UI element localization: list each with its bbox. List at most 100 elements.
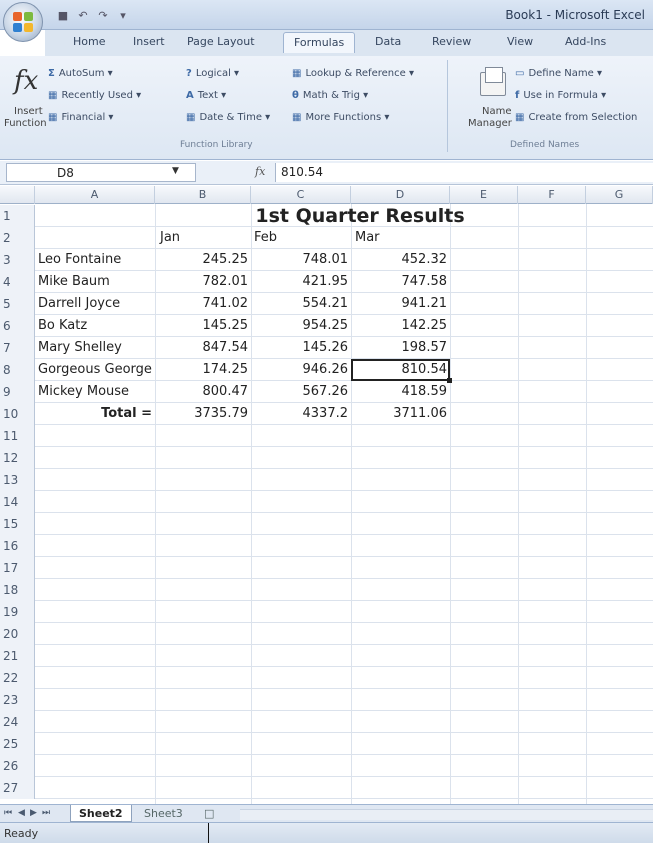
active-cell-cursor[interactable] [351, 359, 452, 383]
row-header[interactable]: 27 [0, 777, 35, 799]
row-header[interactable]: 10 [0, 403, 35, 425]
row-header[interactable]: 2 [0, 227, 35, 249]
row-header[interactable]: 8 [0, 359, 35, 381]
value-cell[interactable]: 198.57 [354, 337, 448, 359]
sheet-title[interactable]: 1st Quarter Results [220, 205, 500, 227]
row-header[interactable]: 16 [0, 535, 35, 557]
row-header[interactable]: 4 [0, 271, 35, 293]
row-header[interactable]: 6 [0, 315, 35, 337]
name-box[interactable]: D8 [6, 163, 196, 182]
tab-home[interactable]: Home [73, 35, 105, 48]
horizontal-scrollbar[interactable] [240, 809, 653, 820]
value-cell[interactable]: 174.25 [158, 359, 249, 381]
row-header[interactable]: 13 [0, 469, 35, 491]
more-functions-button[interactable]: ▦ More Functions ▾ [292, 112, 389, 123]
formula-input[interactable]: 810.54 [275, 163, 653, 182]
logical-button[interactable]: ? Logical ▾ [186, 68, 239, 79]
row-header[interactable]: 12 [0, 447, 35, 469]
column-header-e[interactable]: E [450, 186, 518, 204]
lookup-reference-button[interactable]: ▦ Lookup & Reference ▾ [292, 68, 414, 79]
tab-insert[interactable]: Insert [133, 35, 165, 48]
value-cell[interactable]: 847.54 [158, 337, 249, 359]
row-header[interactable]: 22 [0, 667, 35, 689]
name-cell[interactable]: Darrell Joyce [38, 293, 152, 315]
value-cell[interactable]: 954.25 [254, 315, 349, 337]
value-cell[interactable]: 145.25 [158, 315, 249, 337]
row-header[interactable]: 26 [0, 755, 35, 777]
value-cell[interactable]: 142.25 [354, 315, 448, 337]
column-header-c[interactable]: C [251, 186, 351, 204]
autosum-button[interactable]: Σ AutoSum ▾ [48, 68, 113, 79]
column-header-f[interactable]: F [518, 186, 586, 204]
tab-add-ins[interactable]: Add-Ins [565, 35, 606, 48]
worksheet-grid[interactable]: A B C D E F G 1 1st Quarter Results 2 Jan Fe… [0, 186, 653, 804]
customize-icon[interactable]: ▾ [115, 7, 131, 23]
row-header[interactable]: 18 [0, 579, 35, 601]
value-cell[interactable]: 748.01 [254, 249, 349, 271]
name-cell[interactable]: Mickey Mouse [38, 381, 152, 403]
text-button[interactable]: A Text ▾ [186, 90, 226, 101]
name-cell[interactable]: Mary Shelley [38, 337, 152, 359]
tab-page-layout[interactable]: Page Layout [187, 35, 255, 48]
column-header-g[interactable]: G [586, 186, 653, 204]
use-in-formula-button[interactable]: f Use in Formula ▾ [515, 90, 606, 101]
define-name-button[interactable]: ▭ Define Name ▾ [515, 68, 602, 79]
value-cell[interactable]: 145.26 [254, 337, 349, 359]
total-cell[interactable]: 4337.2 [254, 403, 349, 425]
month-header-jan[interactable]: Jan [160, 227, 250, 249]
financial-button[interactable]: ▦ Financial ▾ [48, 112, 113, 123]
value-cell[interactable]: 245.25 [158, 249, 249, 271]
total-cell[interactable]: 3711.06 [354, 403, 447, 425]
name-cell[interactable]: Mike Baum [38, 271, 152, 293]
recently-used-button[interactable]: ▦ Recently Used ▾ [48, 90, 141, 101]
row-header[interactable]: 15 [0, 513, 35, 535]
name-manager-label-1[interactable]: Name [482, 106, 512, 117]
row-header[interactable]: 3 [0, 249, 35, 271]
name-manager-icon[interactable] [480, 67, 506, 96]
row-header[interactable]: 14 [0, 491, 35, 513]
column-header-b[interactable]: B [155, 186, 251, 204]
sheet-tab-sheet2[interactable]: Sheet2 [70, 805, 132, 822]
date-time-button[interactable]: ▦ Date & Time ▾ [186, 112, 270, 123]
select-all-corner[interactable] [0, 186, 35, 204]
insert-function-icon[interactable]: fx [14, 66, 38, 96]
row-header[interactable]: 7 [0, 337, 35, 359]
value-cell[interactable]: 567.26 [254, 381, 349, 403]
row-header[interactable]: 5 [0, 293, 35, 315]
first-sheet-icon[interactable]: ⏮ [4, 808, 12, 818]
tab-view[interactable]: View [507, 35, 533, 48]
value-cell[interactable]: 418.59 [354, 381, 448, 403]
sheet-tab-sheet3[interactable]: Sheet3 [136, 805, 191, 822]
column-header-a[interactable]: A [35, 186, 155, 204]
insert-function-label-1[interactable]: Insert [14, 106, 43, 117]
row-header[interactable]: 17 [0, 557, 35, 579]
row-header[interactable]: 23 [0, 689, 35, 711]
row-header[interactable]: 24 [0, 711, 35, 733]
value-cell[interactable]: 747.58 [354, 271, 448, 293]
value-cell[interactable]: 941.21 [354, 293, 448, 315]
month-header-feb[interactable]: Feb [254, 227, 348, 249]
undo-icon[interactable]: ↶ [75, 7, 91, 23]
chevron-down-icon[interactable]: ▼ [172, 166, 179, 176]
name-cell[interactable]: Bo Katz [38, 315, 152, 337]
value-cell[interactable]: 946.26 [254, 359, 349, 381]
total-label[interactable]: Total = [38, 403, 152, 425]
fx-icon[interactable]: fx [255, 165, 265, 178]
save-icon[interactable]: ■ [55, 7, 71, 23]
column-header-d[interactable]: D [351, 186, 450, 204]
row-header[interactable]: 11 [0, 425, 35, 447]
name-cell[interactable]: Leo Fontaine [38, 249, 152, 271]
value-cell[interactable]: 782.01 [158, 271, 249, 293]
math-trig-button[interactable]: θ Math & Trig ▾ [292, 90, 368, 101]
row-header[interactable]: 1 [0, 205, 35, 227]
last-sheet-icon[interactable]: ⏭ [42, 808, 50, 818]
tab-review[interactable]: Review [432, 35, 471, 48]
insert-sheet-icon[interactable]: □ [196, 805, 222, 822]
row-header[interactable]: 25 [0, 733, 35, 755]
value-cell[interactable]: 554.21 [254, 293, 349, 315]
prev-sheet-icon[interactable]: ◀ [18, 808, 25, 818]
insert-function-label-2[interactable]: Function [4, 118, 47, 129]
tab-formulas[interactable]: Formulas [283, 32, 356, 53]
row-header[interactable]: 9 [0, 381, 35, 403]
value-cell[interactable]: 741.02 [158, 293, 249, 315]
